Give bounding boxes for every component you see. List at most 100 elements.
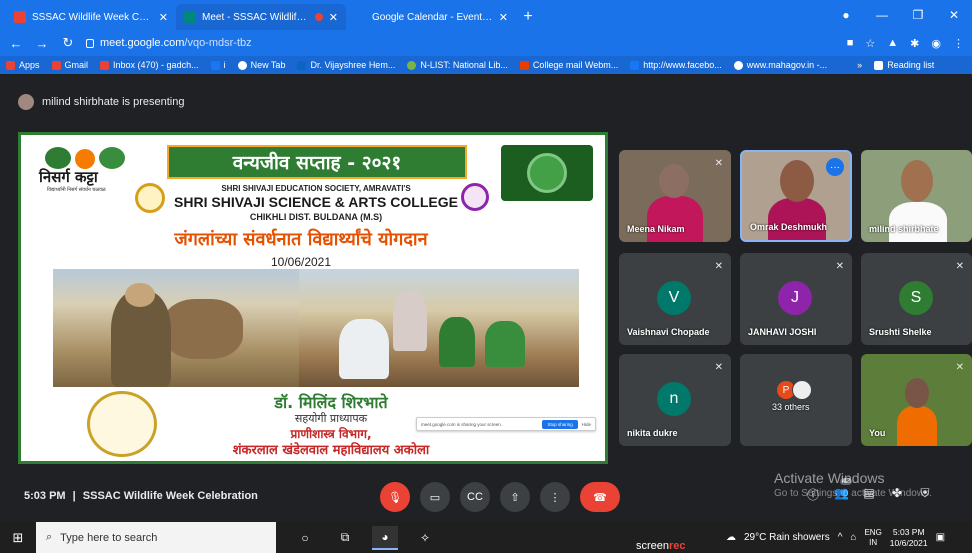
clock[interactable]: 5:03 PM 10/6/2021	[890, 527, 928, 549]
bookmark-inbox[interactable]: Inbox (470) - gadch...	[100, 60, 199, 70]
participant-name: Omrak Deshmukh	[750, 222, 828, 232]
avatar: J	[778, 281, 812, 315]
chevron-up-icon[interactable]: ^	[838, 532, 843, 543]
more-options-button[interactable]: ⋮	[540, 482, 570, 512]
captions-button[interactable]: CC	[460, 482, 490, 512]
participant-tile[interactable]: ✕ V Vaishnavi Chopade	[619, 253, 731, 345]
gmail-icon	[51, 60, 61, 70]
bookmark-facebook[interactable]: i	[210, 60, 226, 70]
person-figure	[439, 317, 475, 367]
windows-start-button[interactable]: ⊞	[0, 530, 36, 546]
tab-google-calendar[interactable]: Google Calendar - Event details ✕	[346, 4, 516, 30]
more-options-icon[interactable]: ···	[826, 158, 844, 176]
bookmark-nlist[interactable]: N-LIST: National Lib...	[407, 60, 508, 70]
back-arrow-icon[interactable]: ←	[8, 36, 24, 51]
meet-favicon-icon	[184, 11, 196, 23]
avatar	[792, 380, 812, 400]
person-figure	[485, 321, 525, 367]
wildlife-week-title: वन्यजीव सप्ताह - २०२१	[167, 145, 467, 179]
camera-toggle-button[interactable]: ▭	[420, 482, 450, 512]
new-tab-button[interactable]: +	[516, 4, 540, 30]
others-tile[interactable]: P 33 others	[740, 354, 852, 446]
bookmark-mahagov[interactable]: www.mahagov.in -...	[733, 60, 827, 70]
recorder-app-icon[interactable]: ✧	[412, 526, 438, 550]
cortana-icon[interactable]: ○	[292, 526, 318, 550]
close-icon[interactable]: ✕	[159, 11, 168, 24]
task-view-icon[interactable]: ⧉	[332, 526, 358, 550]
tab-meet[interactable]: Meet - SSSAC Wildlife Week ✕	[176, 4, 346, 30]
participant-tile[interactable]: ✕ Meena Nikam	[619, 150, 731, 242]
url-field[interactable]: meet.google.com/vqo-mdsr-tbz	[86, 37, 837, 49]
star-icon[interactable]: ☆	[865, 37, 875, 50]
bookmark-gmail[interactable]: Gmail	[51, 60, 88, 70]
phone-hangup-icon: ☎	[593, 491, 607, 504]
extensions-area: ■ ☆ ▲ ✱ ◉ ⋮	[847, 37, 964, 50]
participant-tile[interactable]: ✕ n nikita dukre	[619, 354, 731, 446]
photo-planting	[299, 269, 579, 387]
close-window-button[interactable]: ✕	[936, 8, 972, 22]
face	[780, 160, 814, 202]
bookmark-overflow[interactable]: »	[857, 60, 862, 70]
participant-tile[interactable]: ✕ S Srushti Shelke	[861, 253, 972, 345]
puzzle-icon[interactable]: ✱	[910, 37, 919, 50]
calendar-favicon-icon	[354, 11, 366, 23]
mic-off-icon: ✕	[955, 261, 964, 272]
bookmark-new-tab[interactable]: New Tab	[237, 60, 285, 70]
chrome-icon[interactable]: ◕	[372, 525, 398, 550]
lock-icon	[86, 38, 94, 48]
tab-sssac-wildlife[interactable]: SSSAC Wildlife Week Celebration ✕	[6, 4, 176, 30]
recording-icon	[314, 13, 323, 21]
camera-icon[interactable]: ■	[847, 37, 854, 50]
shared-screen: निसर्ग कट्टा विद्यार्थ्यांनी निसर्ग संवर…	[18, 132, 608, 464]
participant-tile[interactable]: ✕ J JANHAVI JOSHI	[740, 253, 852, 345]
forward-arrow-icon[interactable]: →	[34, 36, 50, 51]
weather-text[interactable]: 29°C Rain showers	[744, 532, 830, 543]
close-icon[interactable]: ✕	[329, 11, 338, 24]
profile-icon[interactable]: ●	[828, 8, 864, 22]
stop-sharing-button[interactable]: Stop sharing	[542, 419, 578, 429]
reading-list[interactable]: Reading list	[874, 60, 934, 70]
bookmark-apps[interactable]: Apps	[6, 60, 40, 70]
url-path: /vqo-mdsr-tbz	[184, 37, 252, 49]
mic-toggle-button[interactable]: 🎙	[380, 482, 410, 512]
participant-name: JANHAVI JOSHI	[748, 327, 817, 337]
presenting-banner: milind shirbhate is presenting	[18, 90, 972, 114]
reload-icon[interactable]: ↻	[60, 35, 76, 51]
participant-tile[interactable]: ··· Omrak Deshmukh	[740, 150, 852, 242]
participant-name: milind shirbhate	[869, 224, 939, 234]
close-icon[interactable]: ✕	[499, 11, 508, 24]
window-controls: ● — ❐ ✕	[828, 0, 972, 30]
bookmark-facebook-url[interactable]: http://www.facebo...	[630, 60, 722, 70]
photo-deer	[53, 269, 299, 387]
notification-icon[interactable]: ▣	[936, 532, 945, 543]
bookmark-college-mail[interactable]: College mail Webm...	[519, 60, 618, 70]
body	[768, 198, 826, 240]
person-figure	[339, 319, 389, 379]
menu-dots-icon[interactable]: ⋮	[953, 37, 964, 50]
mic-off-icon: ✕	[714, 362, 723, 373]
bookmark-linkedin[interactable]: Dr. Vijayshree Hem...	[297, 60, 395, 70]
face	[125, 283, 155, 307]
person-figure	[393, 291, 427, 351]
self-tile[interactable]: ✕ You	[861, 354, 972, 446]
meeting-time: 5:03 PM	[24, 490, 66, 502]
taskbar-search[interactable]: ⌕ Type here to search	[36, 522, 276, 553]
language-indicator[interactable]: ENG IN	[864, 528, 881, 548]
network-icon[interactable]: ⌂	[850, 532, 856, 543]
nlist-icon	[407, 60, 417, 70]
present-button[interactable]: ⇧	[500, 482, 530, 512]
restore-button[interactable]: ❐	[900, 8, 936, 22]
others-avatars: P	[776, 380, 812, 400]
mic-off-icon: ✕	[714, 261, 723, 272]
minimize-button[interactable]: —	[864, 8, 900, 22]
meeting-title: SSSAC Wildlife Week Celebration	[82, 490, 258, 502]
avatar-icon[interactable]: ◉	[931, 37, 941, 50]
hide-button[interactable]: Hide	[582, 422, 591, 427]
linkedin-icon	[297, 60, 307, 70]
participant-tile[interactable]: milind shirbhate	[861, 150, 972, 242]
apps-grid-icon	[6, 60, 15, 70]
extension-icon[interactable]: ▲	[887, 37, 898, 50]
body	[889, 202, 947, 242]
leave-call-button[interactable]: ☎	[580, 482, 620, 512]
avatar: n	[657, 382, 691, 416]
